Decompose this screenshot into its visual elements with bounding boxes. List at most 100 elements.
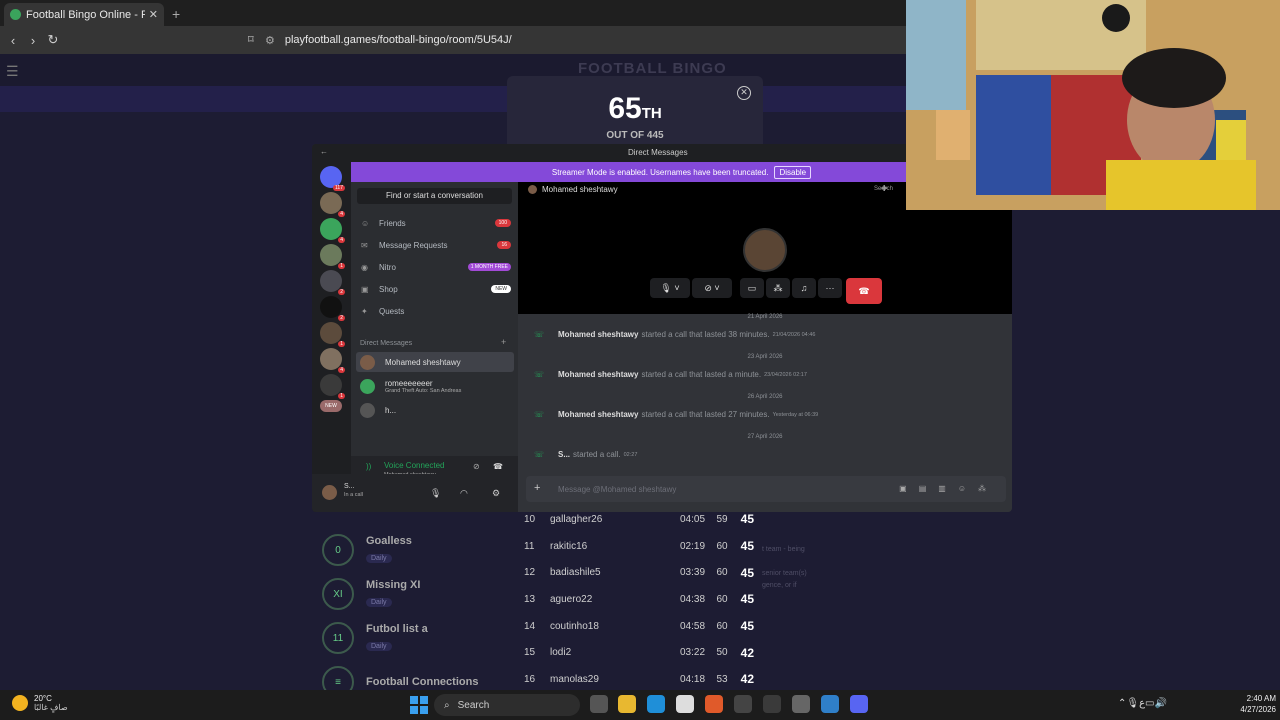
message-author[interactable]: Mohamed sheshtawy bbox=[558, 370, 638, 379]
call-message: ☏ Mohamed sheshtawy started a call that la… bbox=[534, 330, 815, 339]
find-conversation-button[interactable]: Find or start a conversation bbox=[357, 188, 512, 204]
nav-quests[interactable]: ✦ Quests bbox=[361, 302, 511, 320]
bookmark-icon[interactable]: ⌑ bbox=[248, 33, 254, 46]
message-text: started a call that lasted 38 minutes. bbox=[641, 330, 770, 339]
guild-badge: 2 bbox=[338, 315, 345, 321]
app-icon[interactable] bbox=[821, 695, 839, 713]
dm-item[interactable]: h... bbox=[356, 400, 514, 420]
disconnect-icon[interactable]: ☎ bbox=[493, 462, 503, 471]
table-row[interactable]: 13 aguero22 04:38 60 45 bbox=[524, 586, 754, 613]
create-dm-icon[interactable]: + bbox=[501, 337, 506, 347]
dm-item[interactable]: Mohamed sheshtawy bbox=[356, 352, 514, 372]
table-row[interactable]: 16 manolas29 04:18 53 42 bbox=[524, 666, 754, 693]
noise-suppression-icon[interactable]: ⊘ bbox=[473, 462, 480, 471]
file-explorer-icon[interactable] bbox=[618, 695, 636, 713]
points-cell: 42 bbox=[740, 672, 754, 687]
dm-item[interactable]: romeeeeeeer Grand Theft Auto: San Andreas bbox=[356, 376, 514, 396]
new-server-badge[interactable]: NEW bbox=[320, 400, 342, 412]
call-message: ☏ Mohamed sheshtawy started a call that la… bbox=[534, 410, 818, 419]
dm-home-icon[interactable]: 117 bbox=[320, 166, 345, 191]
hangup-button[interactable]: ☎ bbox=[846, 278, 882, 304]
disable-streamer-button[interactable]: Disable bbox=[774, 165, 812, 179]
menu-icon[interactable]: ☰ bbox=[6, 63, 19, 80]
nav-shop[interactable]: ▣ Shop NEW bbox=[361, 280, 511, 298]
missing-xi-icon: XI bbox=[322, 578, 354, 610]
edge-icon[interactable] bbox=[647, 695, 665, 713]
nav-friends[interactable]: ☺ Friends 100 bbox=[361, 214, 511, 232]
call-message: ☏ S... started a call. 02:27 bbox=[534, 450, 637, 459]
taskbar-search[interactable]: ⌕ Search bbox=[434, 694, 580, 716]
game-missing-xi[interactable]: XI Missing XI Daily bbox=[322, 578, 420, 610]
date-separator: 27 April 2026 bbox=[747, 434, 783, 440]
message-author[interactable]: Mohamed sheshtawy bbox=[558, 410, 638, 419]
nitro-promo-badge: 1 MONTH FREE bbox=[467, 263, 511, 271]
forward-icon[interactable]: › bbox=[23, 33, 43, 48]
camera-toggle-icon[interactable]: ⊘ ˅ bbox=[692, 278, 732, 298]
nav-nitro[interactable]: ◉ Nitro 1 MONTH FREE bbox=[361, 258, 511, 276]
app-icon[interactable] bbox=[763, 695, 781, 713]
table-row[interactable]: 14 coutinho18 04:58 60 45 bbox=[524, 613, 754, 640]
voice-status[interactable]: Voice Connected bbox=[384, 461, 445, 470]
site-info-icon[interactable]: ⚙ bbox=[265, 34, 275, 47]
message-author[interactable]: Mohamed sheshtawy bbox=[558, 330, 638, 339]
message-input[interactable]: Message @Mohamed sheshtawy bbox=[558, 485, 676, 494]
table-row[interactable]: 15 lodi2 03:22 50 42 bbox=[524, 639, 754, 666]
settings-icon[interactable] bbox=[792, 695, 810, 713]
browser-tab[interactable]: Football Bingo Online - Play No ✕ bbox=[4, 3, 164, 26]
store-icon[interactable] bbox=[676, 695, 694, 713]
headphones-icon[interactable]: ◠ bbox=[460, 488, 468, 499]
server-icon[interactable]: 4 bbox=[320, 192, 345, 217]
mic-icon[interactable]: 🎙 bbox=[430, 488, 441, 499]
server-icon[interactable]: 1 bbox=[320, 322, 345, 347]
new-tab-icon[interactable]: + bbox=[172, 6, 180, 22]
mic-toggle-icon[interactable]: 🎙 ˅ bbox=[650, 278, 690, 298]
server-icon[interactable]: 1 bbox=[320, 244, 345, 269]
server-icon[interactable]: 4 bbox=[320, 348, 345, 373]
site-brand[interactable]: FOOTBALL BINGO bbox=[578, 60, 727, 77]
user-name: S... bbox=[344, 483, 355, 490]
server-icon[interactable]: 2 bbox=[320, 270, 345, 295]
back-arrow-icon[interactable]: ← bbox=[320, 147, 328, 156]
more-icon[interactable]: ··· bbox=[818, 278, 842, 298]
server-icon[interactable]: 4 bbox=[320, 218, 345, 243]
phone-icon: ☏ bbox=[534, 370, 545, 379]
weather-widget[interactable]: 20°C صافٍ غالبًا bbox=[12, 694, 68, 712]
brave-icon[interactable] bbox=[705, 695, 723, 713]
message-composer[interactable]: + Message @Mohamed sheshtawy ▣▤▥☺⁂ bbox=[526, 476, 1006, 502]
settings-gear-icon[interactable]: ⚙ bbox=[492, 488, 500, 499]
clock[interactable]: 2:40 AM 4/27/2026 bbox=[1224, 693, 1276, 715]
discord-icon[interactable] bbox=[850, 695, 868, 713]
message-author[interactable]: S... bbox=[558, 450, 570, 459]
close-tab-icon[interactable]: ✕ bbox=[149, 8, 158, 21]
weather-desc: صافٍ غالبًا bbox=[34, 703, 68, 712]
address-bar[interactable]: ⚙ playfootball.games/football-bingo/room… bbox=[265, 30, 905, 50]
message-text: started a call that lasted a minute. bbox=[641, 370, 762, 379]
time-cell: 04:38 bbox=[680, 593, 706, 605]
game-goalless[interactable]: 0 Goalless Daily bbox=[322, 534, 412, 566]
avatar[interactable] bbox=[322, 485, 337, 500]
reload-icon[interactable]: ↻ bbox=[43, 32, 63, 48]
game-futbol-list[interactable]: 11 Futbol list a Daily bbox=[322, 622, 428, 654]
close-icon[interactable]: ✕ bbox=[737, 86, 751, 100]
time-cell: 04:58 bbox=[680, 620, 706, 632]
points-cell: 45 bbox=[740, 512, 754, 527]
table-row[interactable]: 11 rakitic16 02:19 60 45 bbox=[524, 533, 754, 560]
back-icon[interactable]: ‹ bbox=[3, 33, 23, 48]
system-tray[interactable]: ⌃🎙ع▭🔊 bbox=[1118, 698, 1167, 709]
task-view-icon[interactable] bbox=[590, 695, 608, 713]
windows-start-icon[interactable] bbox=[410, 696, 428, 714]
emoji-icon[interactable]: ▣▤▥☺⁂ bbox=[899, 484, 998, 493]
server-icon[interactable]: 1 bbox=[320, 374, 345, 399]
app-icon[interactable] bbox=[734, 695, 752, 713]
message-text: started a call that lasted 27 minutes. bbox=[641, 410, 770, 419]
site-favicon-icon bbox=[10, 9, 21, 20]
server-icon[interactable]: 2 bbox=[320, 296, 345, 321]
nav-message-requests[interactable]: ✉ Message Requests 16 bbox=[361, 236, 511, 254]
table-row[interactable]: 12 badiashile5 03:39 60 45 bbox=[524, 559, 754, 586]
nitro-icon: ◉ bbox=[361, 262, 368, 272]
activities-icon[interactable]: ⁂ bbox=[766, 278, 790, 298]
attach-icon[interactable]: + bbox=[534, 482, 540, 494]
soundboard-icon[interactable]: ♫ bbox=[792, 278, 816, 298]
screen-share-icon[interactable]: ▭ bbox=[740, 278, 764, 298]
score-cell: 60 bbox=[716, 567, 728, 579]
